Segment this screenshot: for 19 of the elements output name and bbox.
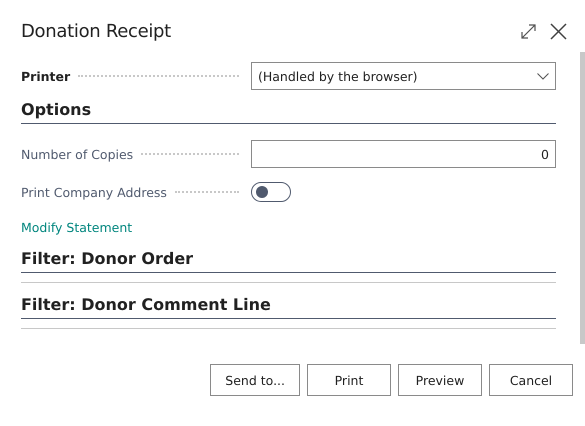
printer-dropdown[interactable]: (Handled by the browser) xyxy=(251,62,556,90)
dialog-button[interactable]: Cancel xyxy=(489,364,573,396)
section-header[interactable]: Filter: Donor Comment Line xyxy=(21,295,556,319)
dialog-button[interactable]: Print xyxy=(307,364,391,396)
close-icon[interactable] xyxy=(550,22,567,40)
toggle-switch[interactable] xyxy=(251,182,291,202)
field-label: Number of Copies xyxy=(21,146,134,162)
field-label: Printer xyxy=(21,68,70,84)
chevron-down-icon xyxy=(537,72,549,80)
dialog-button[interactable]: Preview xyxy=(398,364,482,396)
section-header[interactable]: Filter: Donor Order xyxy=(21,249,556,273)
expand-icon[interactable] xyxy=(521,24,536,38)
modify-statement-link[interactable]: Modify Statement xyxy=(21,220,132,235)
field-label: Print Company Address xyxy=(21,184,167,200)
dialog-button[interactable]: Send to... xyxy=(210,364,300,396)
dialog-title: Donation Receipt xyxy=(21,20,171,42)
section-header[interactable]: Options xyxy=(21,100,556,124)
input-field[interactable]: 0 xyxy=(251,140,556,168)
scrollbar[interactable] xyxy=(580,52,585,344)
